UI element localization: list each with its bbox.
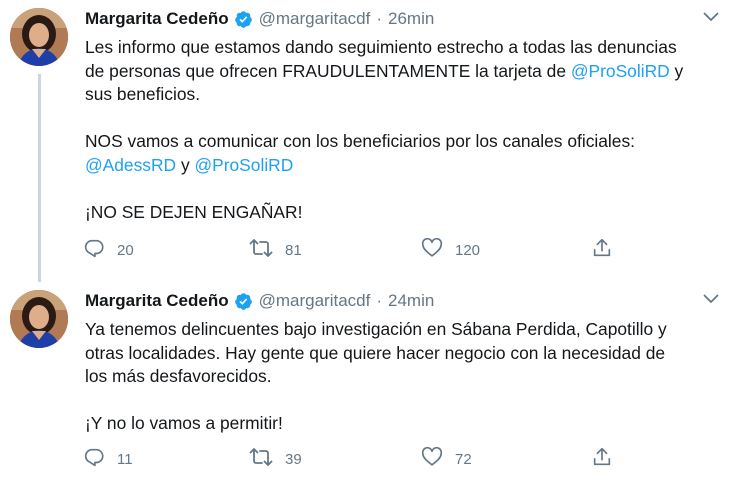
reply-button[interactable]: 20 [83, 238, 134, 262]
avatar[interactable] [10, 8, 68, 66]
retweet-count: 39 [285, 450, 302, 468]
share-icon [591, 446, 613, 473]
like-count: 120 [455, 241, 481, 259]
text-line: sus beneficios. [85, 84, 201, 104]
chevron-down-icon[interactable] [702, 290, 720, 308]
text-line: los más desfavorecidos. [85, 366, 272, 386]
separator-dot: · [376, 291, 383, 310]
tweet-actions: 20 81 120 [83, 237, 623, 264]
avatar[interactable] [10, 290, 68, 348]
author-handle[interactable]: @margaritacdf [259, 291, 371, 311]
author-name[interactable]: Margarita Cedeño [85, 9, 229, 29]
share-button[interactable] [591, 447, 613, 471]
timestamp[interactable]: 24min [388, 291, 434, 311]
text-line: @AdessRD y @ProSoliRD [85, 154, 720, 178]
like-icon [421, 237, 443, 264]
text-span: y [669, 60, 684, 81]
tweet-header: Margarita Cedeño @margaritacdf · 26min [85, 8, 434, 30]
tweet-header: Margarita Cedeño @margaritacdf · 24min [85, 290, 434, 312]
author-handle[interactable]: @margaritacdf [259, 9, 371, 29]
author-name[interactable]: Margarita Cedeño [85, 291, 229, 311]
text-line: de personas que ofrecen FRAUDULENTAMENTE… [85, 60, 720, 84]
tweet-text: Ya tenemos delincuentes bajo investigaci… [85, 318, 720, 436]
reply-count: 20 [117, 241, 134, 259]
text-line: otras localidades. Hay gente que quiere … [85, 342, 666, 363]
tweet-actions: 11 39 72 [83, 446, 623, 473]
text-span: de personas que ofrecen FRAUDULENTAMENTE… [85, 60, 571, 81]
separator-dot: · [376, 9, 383, 28]
retweet-count: 81 [285, 241, 302, 259]
retweet-icon [249, 446, 273, 473]
text-span: y [176, 154, 195, 175]
like-count: 72 [455, 450, 472, 468]
text-line: ¡NO SE DEJEN ENGAÑAR! [85, 201, 303, 222]
retweet-icon [249, 237, 273, 264]
retweet-button[interactable]: 39 [249, 447, 302, 471]
timestamp[interactable]: 26min [388, 9, 434, 29]
mention-link[interactable]: @ProSoliRD [571, 61, 670, 81]
tweet[interactable]: Margarita Cedeño @margaritacdf · 24min Y… [0, 282, 732, 482]
tweet-text: Les informo que estamos dando seguimient… [85, 36, 720, 224]
like-icon [421, 446, 443, 473]
like-button[interactable]: 120 [421, 237, 481, 264]
like-button[interactable]: 72 [421, 446, 472, 473]
text-line: ¡Y no lo vamos a permitir! [85, 413, 283, 433]
retweet-button[interactable]: 81 [249, 238, 302, 262]
verified-badge-icon [234, 292, 253, 311]
reply-icon [83, 446, 105, 473]
mention-link[interactable]: @ProSoliRD [194, 155, 293, 175]
share-button[interactable] [591, 238, 613, 262]
text-line: Les informo que estamos dando seguimient… [85, 37, 677, 57]
reply-button[interactable]: 11 [83, 447, 133, 471]
reply-count: 11 [117, 450, 133, 468]
text-line: Ya tenemos delincuentes bajo investigaci… [85, 319, 667, 339]
chevron-down-icon[interactable] [702, 8, 720, 26]
share-icon [591, 237, 613, 264]
mention-link[interactable]: @AdessRD [85, 155, 176, 175]
verified-badge-icon [234, 10, 253, 29]
reply-icon [83, 237, 105, 264]
text-line: NOS vamos a comunicar con los beneficiar… [85, 131, 635, 151]
tweet[interactable]: Margarita Cedeño @margaritacdf · 26min L… [0, 0, 732, 282]
